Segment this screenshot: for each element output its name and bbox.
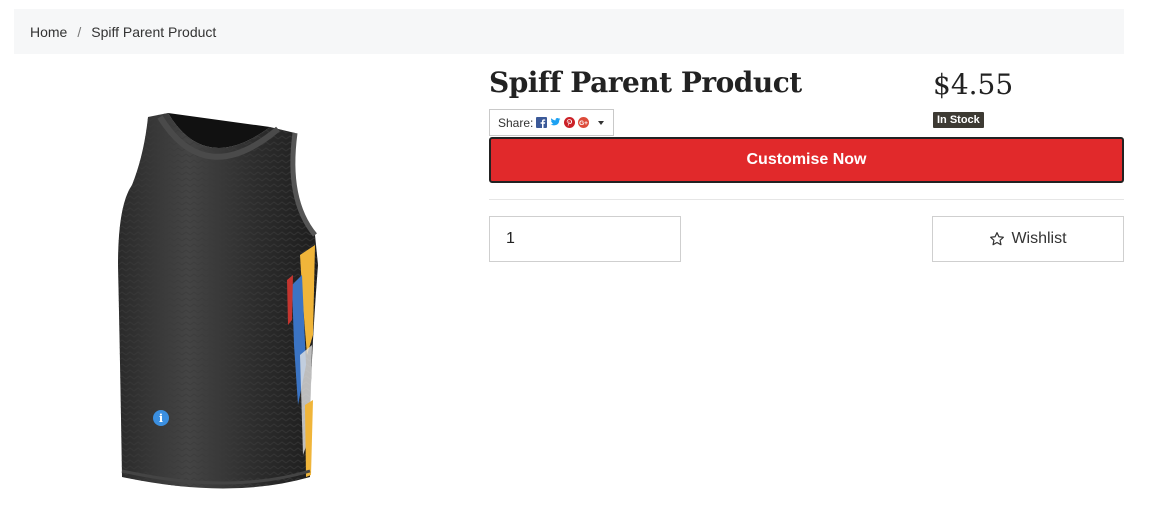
wishlist-label: Wishlist <box>1011 230 1067 247</box>
breadcrumb: Home / Spiff Parent Product <box>14 9 1124 54</box>
quantity-input[interactable] <box>489 216 681 262</box>
customise-now-button[interactable]: Customise Now <box>489 137 1124 183</box>
basketball-jersey-image: i <box>118 113 318 489</box>
wishlist-button[interactable]: Wishlist <box>932 216 1124 262</box>
star-icon <box>990 232 1005 246</box>
breadcrumb-home-link[interactable]: Home <box>30 24 67 40</box>
product-price: $4.55 <box>933 68 1014 101</box>
facebook-icon[interactable] <box>536 117 548 128</box>
share-label: Share: <box>498 115 534 130</box>
google-plus-icon[interactable]: G+ <box>578 117 590 128</box>
stock-status-badge: In Stock <box>933 112 984 128</box>
chevron-down-icon <box>598 120 605 125</box>
product-title: Spiff Parent Product <box>489 66 802 99</box>
divider <box>489 199 1124 200</box>
pinterest-icon[interactable] <box>564 117 576 128</box>
svg-text:i: i <box>159 412 163 425</box>
share-dropdown[interactable]: Share: G+ <box>489 109 614 136</box>
breadcrumb-current: Spiff Parent Product <box>91 23 217 40</box>
breadcrumb-separator: / <box>77 23 82 40</box>
product-image[interactable]: i <box>110 105 325 500</box>
svg-text:G+: G+ <box>579 120 588 127</box>
twitter-icon[interactable] <box>550 117 561 128</box>
